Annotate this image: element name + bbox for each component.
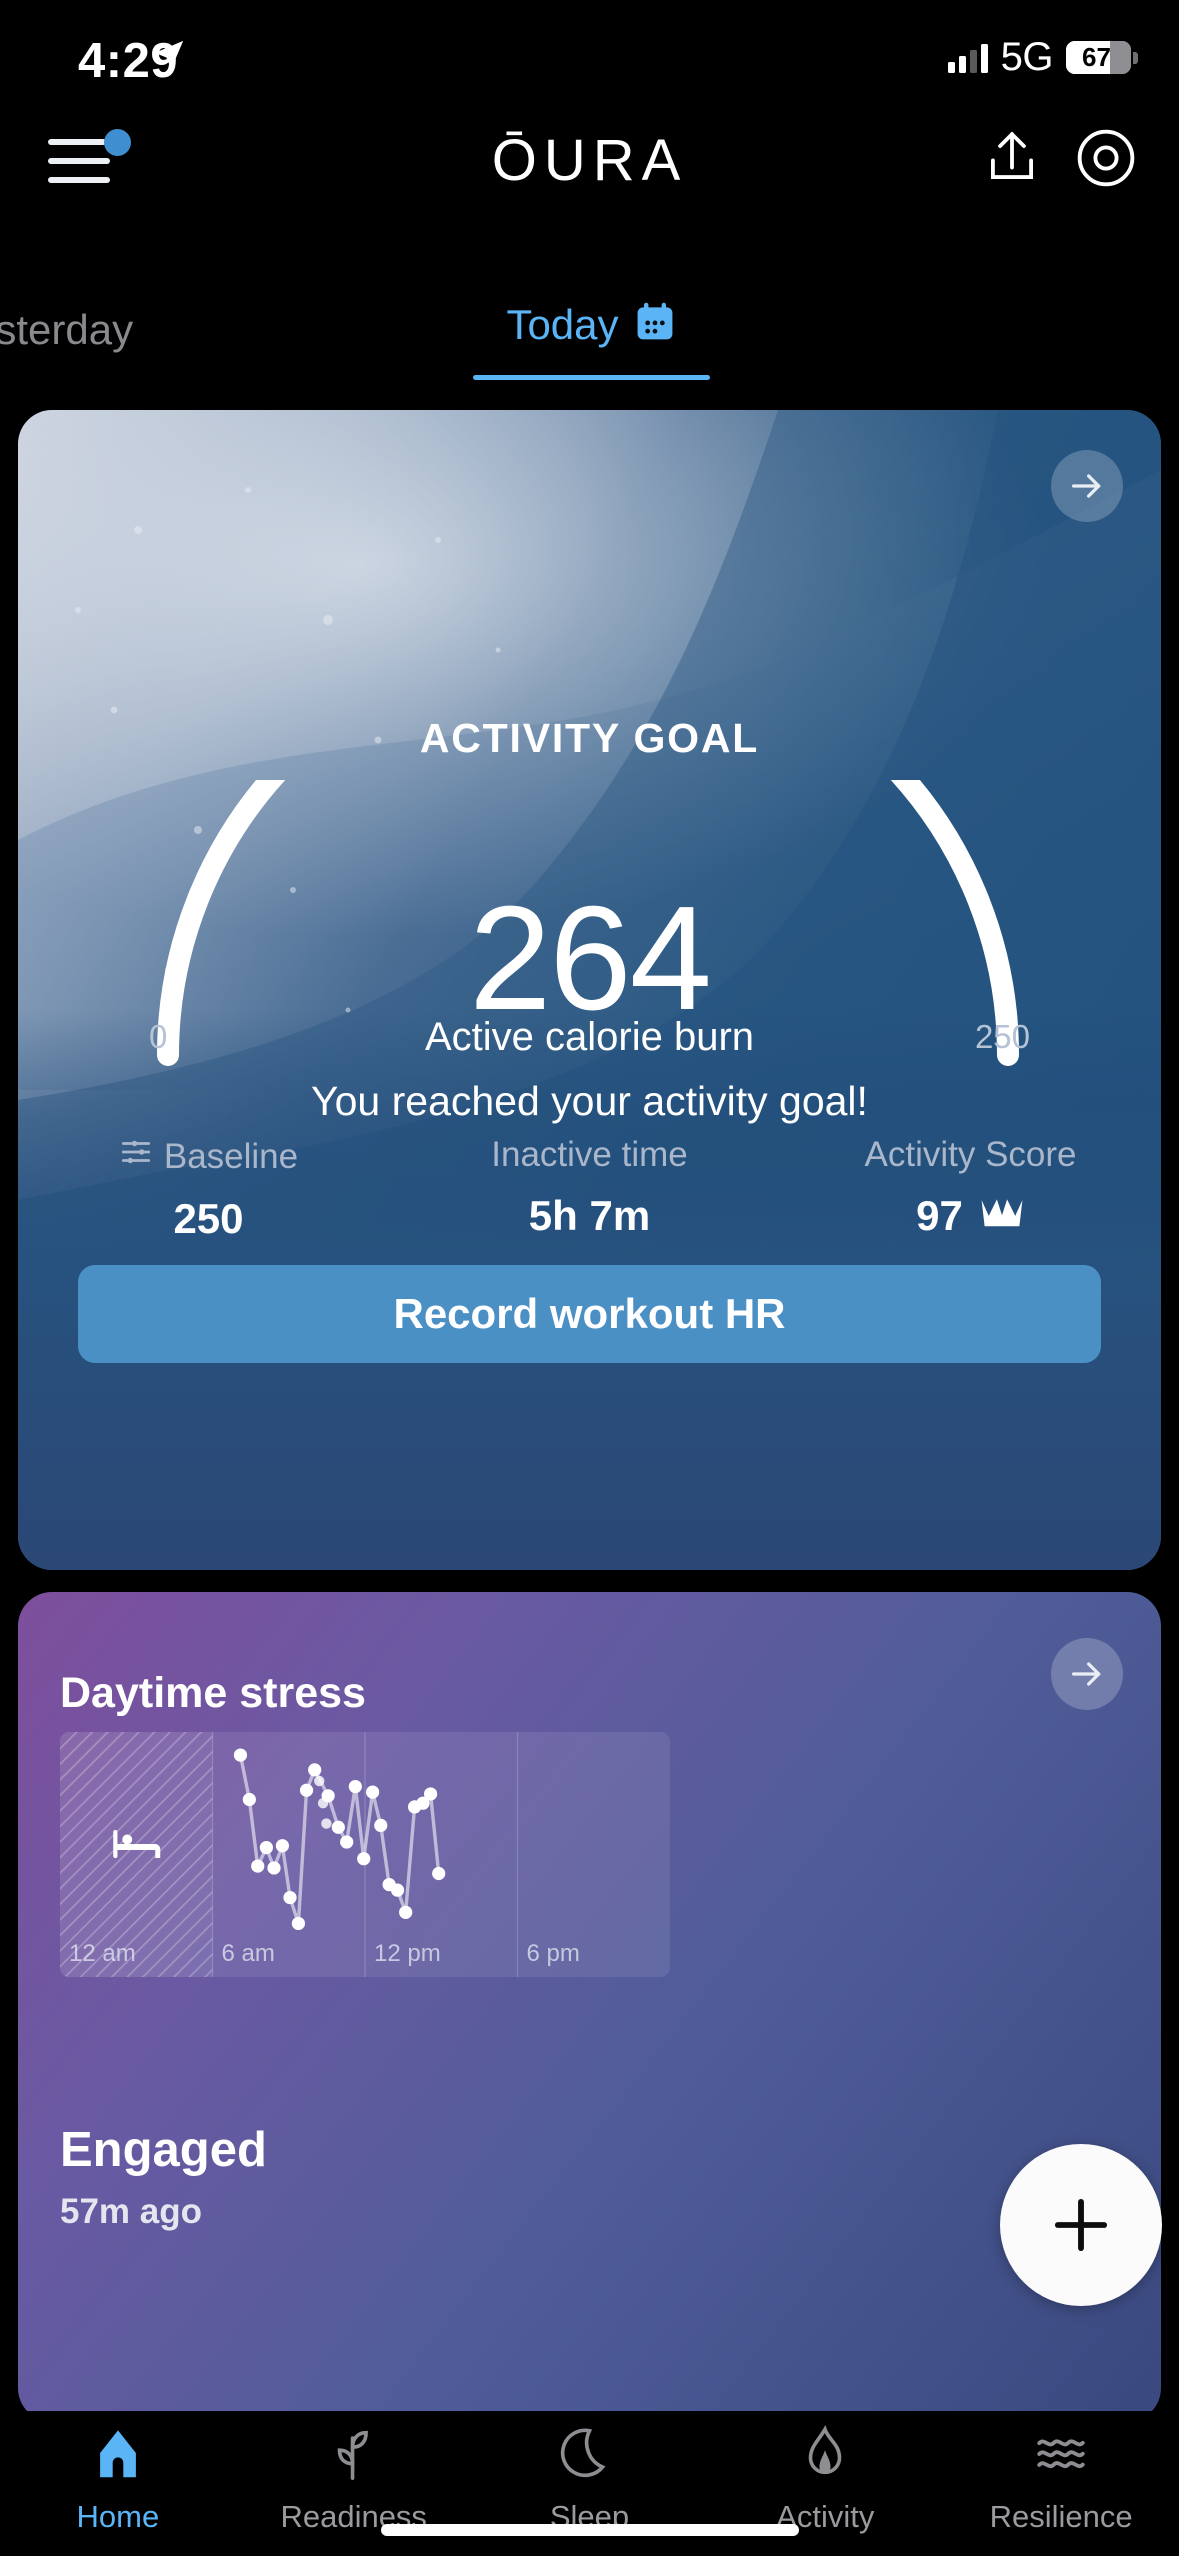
activity-card-arrow-button[interactable] <box>1051 450 1123 522</box>
activity-goal-message: You reached your activity goal! <box>311 1078 868 1124</box>
plant-leaf-icon <box>325 2425 383 2488</box>
record-workout-hr-button[interactable]: Record workout HR <box>78 1265 1101 1363</box>
stress-data-point <box>233 1748 248 1762</box>
network-label: 5G <box>1000 35 1054 79</box>
arrow-right-icon <box>1072 474 1101 498</box>
stress-data-point <box>357 1852 371 1866</box>
home-icon <box>89 2425 147 2488</box>
activity-goal-card[interactable]: ACTIVITY GOAL 264 Active calorie burn 0 … <box>18 410 1161 1570</box>
tab-yesterday[interactable]: esterday <box>0 306 133 354</box>
share-upload-icon[interactable] <box>983 127 1041 194</box>
flame-icon <box>796 2424 854 2488</box>
add-button[interactable] <box>1000 2144 1162 2306</box>
sliders-icon <box>119 1135 153 1178</box>
stat-value: 97 <box>916 1192 963 1239</box>
activity-stats-row: Baseline 250 Inactive time 5h 7m Activit… <box>18 1135 1161 1243</box>
stress-data-point <box>331 1820 345 1834</box>
nav-item-sleep[interactable]: Sleep <box>472 2425 708 2535</box>
gauge-min-label: 0 <box>149 1018 168 1055</box>
stress-data-point <box>283 1890 297 1905</box>
stat-baseline: Baseline 250 <box>18 1135 399 1243</box>
chart-x-tick-label: 12 pm <box>374 1940 441 1967</box>
location-arrow-icon <box>152 38 186 77</box>
chart-x-tick-label: 6 pm <box>527 1940 580 1967</box>
app-header: ŌURA <box>0 105 1179 215</box>
home-indicator <box>380 2524 799 2536</box>
stress-data-point <box>275 1839 289 1853</box>
stress-data-point <box>308 1763 322 1777</box>
plus-icon <box>1054 2198 1108 2252</box>
stress-data-point <box>348 1779 362 1794</box>
nav-item-readiness[interactable]: Readiness <box>236 2425 472 2535</box>
tab-active-underline <box>473 375 710 380</box>
stress-data-point <box>251 1859 265 1873</box>
stat-label: Inactive time <box>491 1135 688 1174</box>
stress-data-point <box>432 1866 446 1881</box>
nav-item-home[interactable]: Home <box>0 2425 236 2535</box>
stress-data-point <box>423 1787 438 1801</box>
nav-item-activity[interactable]: Activity <box>707 2424 943 2535</box>
daytime-stress-chart: 12 am 6 am 12 pm 6 pm <box>60 1732 670 1977</box>
stat-activity-score: Activity Score 97 <box>780 1135 1161 1243</box>
daytime-stress-card[interactable]: Daytime stress 12 am 6 am 12 pm 6 pm Engage… <box>18 1592 1161 2422</box>
chart-x-tick-label: 12 am <box>69 1940 136 1967</box>
tab-today-label: Today <box>506 300 619 348</box>
stress-state-label: Engaged <box>60 2123 267 2177</box>
stress-data-point <box>291 1916 306 1931</box>
stress-data-point <box>366 1785 380 1799</box>
battery-icon: 67 <box>1066 41 1138 74</box>
status-bar-indicators: 5G 67 <box>947 35 1138 80</box>
arrow-right-icon <box>1072 1662 1101 1686</box>
stress-data-point <box>299 1783 314 1797</box>
stat-value: 250 <box>173 1195 244 1242</box>
chart-x-tick-label: 6 am <box>222 1940 275 1967</box>
stress-data-point <box>374 1818 388 1832</box>
stress-data-point <box>390 1883 405 1897</box>
stat-label: Activity Score <box>864 1135 1077 1174</box>
stress-data-point <box>340 1835 354 1849</box>
stress-data-point <box>267 1861 281 1875</box>
nav-label: Home <box>76 2499 160 2534</box>
stress-data-point <box>242 1792 256 1807</box>
activity-value: 264 <box>469 876 712 1041</box>
moon-icon <box>560 2425 618 2488</box>
waves-icon <box>1032 2425 1090 2488</box>
calendar-icon <box>633 300 677 349</box>
status-bar: 4:29 5G 67 <box>0 0 1179 105</box>
stress-data-point-dashed <box>317 1798 329 1809</box>
activity-goal-title: ACTIVITY GOAL <box>419 715 760 761</box>
stress-card-title: Daytime stress <box>60 1669 366 1717</box>
stress-data-point-dashed <box>314 1775 325 1787</box>
nav-item-resilience[interactable]: Resilience <box>943 2425 1179 2535</box>
stress-data-point <box>399 1905 413 1919</box>
nav-label: Resilience <box>989 2499 1133 2534</box>
stress-data-point-dashed <box>321 1818 332 1829</box>
stat-value: 5h 7m <box>528 1192 651 1239</box>
stress-card-arrow-button[interactable] <box>1051 1638 1123 1710</box>
oura-ring-icon[interactable] <box>1075 127 1137 194</box>
crown-icon <box>979 1192 1025 1240</box>
stress-timestamp: 57m ago <box>60 2192 202 2231</box>
battery-percent-label: 67 <box>1082 42 1111 72</box>
stat-label: Baseline <box>163 1136 299 1176</box>
stress-data-point <box>259 1841 273 1855</box>
stat-inactive-time: Inactive time 5h 7m <box>399 1135 780 1243</box>
tab-today[interactable]: Today <box>473 300 710 349</box>
gauge-max-label: 250 <box>974 1018 1030 1055</box>
day-tabs: esterday Today <box>0 300 1179 390</box>
signal-bars-icon <box>947 43 988 73</box>
